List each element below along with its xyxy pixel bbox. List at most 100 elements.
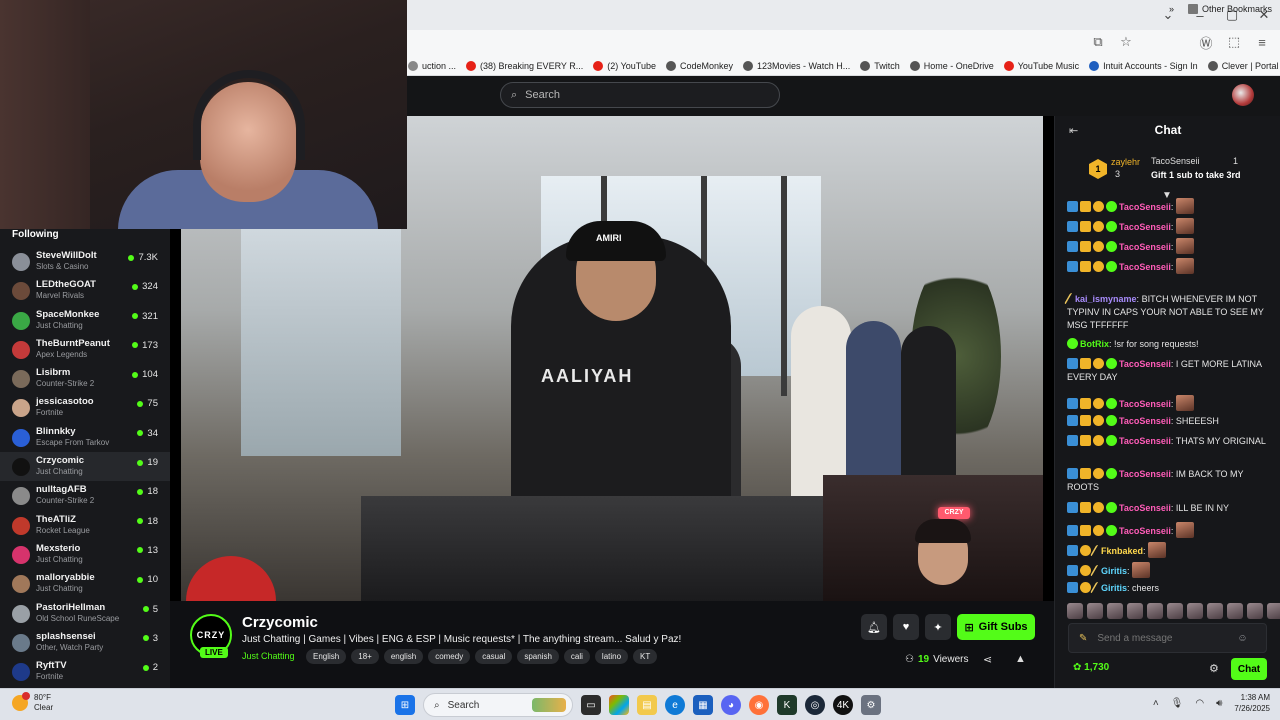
start-icon[interactable]: ⊞ [395,695,415,715]
sidebar-channel-item[interactable]: SpaceMonkee Just Chatting 321 [0,306,170,335]
site-search-box[interactable]: ⌕ Search [500,82,780,108]
chat-username[interactable]: TacoSenseii [1119,242,1171,252]
gift-subs-button[interactable]: ⊞ Gift Subs [957,614,1035,640]
store-icon[interactable]: ▦ [693,695,713,715]
bookmark-item[interactable]: uction ... [408,60,456,71]
chat-input-box[interactable]: ✎ ☺ [1068,623,1267,653]
chat-username[interactable]: TacoSenseii [1119,399,1171,409]
app-4k-icon[interactable]: 4K [833,695,853,715]
chat-username[interactable]: Giritis [1101,583,1127,593]
stream-tag[interactable]: English [306,649,347,664]
cast-icon[interactable]: ⧉ [1090,34,1106,50]
sidebar-channel-item[interactable]: Blinnkky Escape From Tarkov 34 [0,423,170,452]
tray-chevron-icon[interactable]: ˄ [1153,698,1159,709]
menu-icon[interactable]: ≡ [1254,34,1270,50]
bookmark-item[interactable]: Twitch [860,60,900,71]
sidebar-channel-item[interactable]: splashsensei Other, Watch Party 3 [0,628,170,657]
stream-tag[interactable]: comedy [428,649,471,664]
share-icon[interactable]: ⋖ [983,653,992,666]
discord-icon[interactable]: ◕ [721,695,741,715]
bookmark-item[interactable]: Clever | Portal [1207,60,1279,71]
stream-tag[interactable]: casual [475,649,513,664]
chat-username[interactable]: TacoSenseii [1119,359,1171,369]
user-avatar[interactable] [1232,84,1254,106]
edge-icon[interactable]: e [665,695,685,715]
quick-emote[interactable] [1187,603,1203,619]
other-bookmarks-button[interactable]: Other Bookmarks [1187,4,1272,14]
sidebar-channel-item[interactable]: Crzycomic Just Chatting 19 [0,452,170,482]
chat-username[interactable]: TacoSenseii [1119,469,1171,479]
stream-tag[interactable]: latino [594,649,629,664]
settings-icon[interactable]: ⚙ [861,695,881,715]
bookmark-item[interactable]: YouTube Music [1003,60,1079,71]
subscribe-button[interactable]: ✦ [925,614,951,640]
quick-emote[interactable] [1087,603,1103,619]
quick-emote[interactable] [1067,603,1083,619]
chat-username[interactable]: TacoSenseii [1119,202,1171,212]
sidebar-channel-item[interactable]: jessicasotoo Fortnite 75 [0,393,170,422]
copilot-icon[interactable] [609,695,629,715]
quick-emote[interactable] [1247,603,1263,619]
bookmark-item[interactable]: 123Movies - Watch H... [743,60,850,71]
more-bookmarks-chevron-icon[interactable]: » [1169,4,1174,14]
quick-emote[interactable] [1147,603,1163,619]
file-explorer-icon[interactable]: ▤ [637,695,657,715]
chat-username[interactable]: TacoSenseii [1119,416,1171,426]
sidebar-channel-item[interactable]: nulltagAFB Counter-Strike 2 18 [0,481,170,510]
chat-username[interactable]: TacoSenseii [1119,222,1171,232]
sidebar-channel-item[interactable]: Mexsterio Just Chatting 13 [0,540,170,569]
quick-emote[interactable] [1207,603,1223,619]
chat-username[interactable]: TacoSenseii [1119,262,1171,272]
stream-tag[interactable]: english [383,649,424,664]
sidebar-channel-item[interactable]: SteveWillDoIt Slots & Casino 7.3K [0,247,170,276]
sidebar-channel-item[interactable]: LEDtheGOAT Marvel Rivals 324 [0,276,170,305]
bookmark-star-icon[interactable]: ☆ [1118,34,1134,50]
task-view-icon[interactable]: ▭ [581,695,601,715]
notification-bell-button[interactable]: 🔔︎ [861,614,887,640]
profile-w-icon[interactable]: Ⓦ [1198,34,1214,51]
chat-input[interactable] [1097,632,1228,644]
chat-username[interactable]: TacoSenseii [1119,526,1171,536]
extensions-icon[interactable]: ⬚ [1226,34,1242,50]
kick-icon[interactable]: K [777,695,797,715]
chat-send-button[interactable]: Chat [1231,658,1267,680]
weather-widget[interactable]: 80°F Clear [12,692,53,713]
stream-tag[interactable]: KT [633,649,658,664]
bookmark-item[interactable]: Home - OneDrive [909,60,994,71]
channel-name[interactable]: Crzycomic [242,614,318,631]
mic-icon[interactable]: 🎙︎ [1171,698,1184,709]
stream-tag[interactable]: cali [563,649,590,664]
firefox-icon[interactable]: ◉ [749,695,769,715]
stream-tag[interactable]: 18+ [351,649,379,664]
chat-username[interactable]: TacoSenseii [1119,503,1171,513]
quick-emote[interactable] [1107,603,1123,619]
quick-emote[interactable] [1167,603,1183,619]
network-icon[interactable]: ◠ [1195,698,1204,709]
leader-user[interactable]: zaylehr [1111,157,1140,167]
channel-points[interactable]: ✿ 1,730 [1073,662,1109,673]
bookmark-item[interactable]: CodeMonkey [665,60,733,71]
stream-tag[interactable]: spanish [517,649,559,664]
volume-icon[interactable]: 🔊︎ [1216,698,1222,709]
quick-emote[interactable] [1227,603,1243,619]
sidebar-channel-item[interactable]: TheBurntPeanut Apex Legends 173 [0,335,170,364]
chat-username[interactable]: BotRix [1080,339,1109,349]
report-icon[interactable]: ▲ [1015,653,1026,665]
bookmark-item[interactable]: (38) Breaking EVERY R... [466,60,583,71]
follow-button[interactable]: ♥ [893,614,919,640]
bookmark-item[interactable]: Intuit Accounts - Sign In [1089,60,1198,71]
chat-username[interactable]: Fknbaked [1101,546,1143,556]
quick-emote[interactable] [1267,603,1280,619]
taskbar-search[interactable]: ⌕ Search [423,693,573,717]
chat-username[interactable]: kai_ismyname [1075,294,1137,304]
emoji-icon[interactable]: ☺ [1237,633,1247,644]
bookmark-item[interactable]: (2) YouTube [593,60,656,71]
quick-emote[interactable] [1127,603,1143,619]
sidebar-channel-item[interactable]: malloryabbie Just Chatting 10 [0,569,170,598]
sidebar-channel-item[interactable]: PastoriHellman Old School RuneScape 5 [0,599,170,628]
chat-username[interactable]: Giritis [1101,566,1127,576]
gift-to-rank-text[interactable]: Gift 1 sub to take 3rd [1151,170,1241,180]
clock[interactable]: 1:38 AM 7/26/2025 [1234,692,1270,714]
steam-icon[interactable]: ◎ [805,695,825,715]
chat-username[interactable]: TacoSenseii [1119,436,1171,446]
